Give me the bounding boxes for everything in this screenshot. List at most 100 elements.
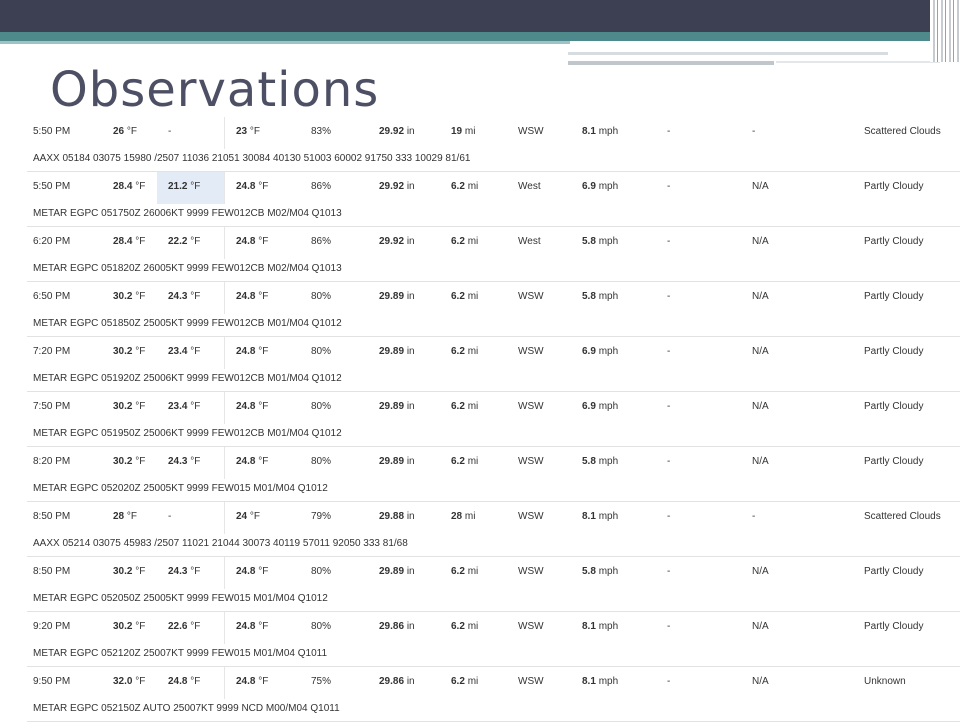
pressure-cell: 29.92 in [379, 117, 415, 149]
wind-speed-unit: mph [598, 456, 619, 467]
pressure-value: 29.86 [379, 676, 405, 687]
temperature-unit: °F [135, 236, 146, 247]
visibility-cell: 6.2 mi [451, 337, 478, 369]
observation-row[interactable]: 5:50 PM 26 °F - 23 °F 83% 29.92 in 19 mi WSW 8.1… [27, 117, 960, 172]
temperature-value: 30.2 [113, 401, 133, 412]
visibility-unit: mi [467, 401, 479, 412]
temperature-cell: 28.4 °F [113, 172, 145, 204]
visibility-unit: mi [464, 511, 476, 522]
observation-row[interactable]: 6:20 PM 28.4 °F 22.2 °F 24.8 °F 86% 29.92 in 6… [27, 227, 960, 282]
pressure-unit: in [406, 456, 415, 467]
visibility-unit: mi [467, 236, 479, 247]
wind-speed-value: 8.1 [582, 511, 596, 522]
windchill-unit: °F [190, 236, 201, 247]
time-cell: 6:20 PM [33, 236, 71, 247]
observation-row[interactable]: 6:50 PM 30.2 °F 24.3 °F 24.8 °F 80% 29.89 in 6… [27, 282, 960, 337]
windchill-cell: - [157, 117, 225, 149]
dewpoint-value: 24.8 [236, 566, 256, 577]
metar-report: AAXX 05214 03075 45983 /2507 11021 21044… [33, 538, 408, 549]
dewpoint-value: 24.8 [236, 181, 256, 192]
slide-header-bar [0, 0, 930, 32]
observation-row[interactable]: 8:50 PM 28 °F - 24 °F 79% 29.88 in 28 mi WSW 8.1… [27, 502, 960, 557]
windchill-value: 24.8 [168, 676, 188, 687]
temperature-cell: 28 °F [113, 502, 137, 534]
humidity-cell: 80% [311, 346, 332, 357]
visibility-unit: mi [467, 291, 479, 302]
observation-row[interactable]: 8:50 PM 30.2 °F 24.3 °F 24.8 °F 80% 29.89 in 6… [27, 557, 960, 612]
precipitation-cell: N/A [752, 236, 769, 247]
wind-speed-cell: 6.9 mph [582, 337, 618, 369]
humidity-cell: 80% [311, 456, 332, 467]
dewpoint-unit: °F [258, 401, 269, 412]
precipitation-cell: N/A [752, 346, 769, 357]
conditions-cell: Partly Cloudy [864, 291, 924, 302]
pressure-cell: 29.89 in [379, 392, 415, 424]
gust-cell: - [667, 456, 671, 467]
windchill-value: 24.3 [168, 291, 188, 302]
visibility-value: 6.2 [451, 566, 465, 577]
observation-values: 7:20 PM 30.2 °F 23.4 °F 24.8 °F 80% 29.89 in 6… [27, 337, 960, 369]
conditions-cell: Unknown [864, 676, 906, 687]
temperature-unit: °F [126, 126, 138, 137]
wind-direction-cell: WSW [518, 456, 544, 467]
precipitation-cell: - [752, 126, 756, 137]
humidity-cell: 86% [311, 181, 332, 192]
visibility-unit: mi [467, 181, 479, 192]
observation-values: 8:50 PM 28 °F - 24 °F 79% 29.88 in 28 mi WSW 8.1… [27, 502, 960, 534]
dewpoint-unit: °F [258, 456, 269, 467]
wind-speed-cell: 8.1 mph [582, 612, 618, 644]
temperature-value: 28.4 [113, 236, 133, 247]
wind-speed-value: 8.1 [582, 621, 596, 632]
precipitation-cell: N/A [752, 456, 769, 467]
pressure-cell: 29.92 in [379, 227, 415, 259]
pressure-value: 29.86 [379, 621, 405, 632]
pressure-value: 29.92 [379, 236, 405, 247]
wind-speed-value: 8.1 [582, 126, 596, 137]
temperature-unit: °F [135, 181, 146, 192]
temperature-unit: °F [135, 346, 146, 357]
decorative-line [568, 52, 888, 55]
humidity-cell: 86% [311, 236, 332, 247]
wind-speed-cell: 5.8 mph [582, 227, 618, 259]
dewpoint-cell: 24.8 °F [236, 392, 268, 424]
wind-speed-value: 6.9 [582, 401, 596, 412]
observation-row[interactable]: 9:50 PM 32.0 °F 24.8 °F 24.8 °F 75% 29.86 in 6… [27, 667, 960, 722]
wind-direction-cell: WSW [518, 346, 544, 357]
temperature-unit: °F [135, 456, 146, 467]
wind-speed-value: 5.8 [582, 236, 596, 247]
wind-speed-cell: 6.9 mph [582, 172, 618, 204]
wind-direction-cell: WSW [518, 126, 544, 137]
observation-row[interactable]: 7:20 PM 30.2 °F 23.4 °F 24.8 °F 80% 29.89 in 6… [27, 337, 960, 392]
observation-row[interactable]: 9:20 PM 30.2 °F 22.6 °F 24.8 °F 80% 29.86 in 6… [27, 612, 960, 667]
humidity-cell: 79% [311, 511, 332, 522]
time-cell: 6:50 PM [33, 291, 71, 302]
conditions-cell: Partly Cloudy [864, 621, 924, 632]
visibility-cell: 19 mi [451, 117, 475, 149]
pressure-cell: 29.89 in [379, 557, 415, 589]
wind-direction-cell: WSW [518, 291, 544, 302]
observation-row[interactable]: 7:50 PM 30.2 °F 23.4 °F 24.8 °F 80% 29.89 in 6… [27, 392, 960, 447]
windchill-unit: °F [190, 621, 201, 632]
conditions-cell: Partly Cloudy [864, 346, 924, 357]
temperature-value: 30.2 [113, 346, 133, 357]
pressure-unit: in [406, 181, 415, 192]
observation-values: 8:50 PM 30.2 °F 24.3 °F 24.8 °F 80% 29.89 in 6… [27, 557, 960, 589]
observation-row[interactable]: 8:20 PM 30.2 °F 24.3 °F 24.8 °F 80% 29.89 in 6… [27, 447, 960, 502]
gust-cell: - [667, 291, 671, 302]
temperature-unit: °F [135, 291, 146, 302]
visibility-cell: 6.2 mi [451, 392, 478, 424]
wind-speed-unit: mph [598, 401, 619, 412]
pressure-unit: in [406, 126, 415, 137]
wind-direction-cell: WSW [518, 566, 544, 577]
humidity-cell: 80% [311, 291, 332, 302]
observation-values: 8:20 PM 30.2 °F 24.3 °F 24.8 °F 80% 29.89 in 6… [27, 447, 960, 479]
visibility-unit: mi [467, 566, 479, 577]
observation-row[interactable]: 5:50 PM 28.4 °F 21.2 °F 24.8 °F 86% 29.92 in 6… [27, 172, 960, 227]
visibility-value: 6.2 [451, 181, 465, 192]
conditions-cell: Partly Cloudy [864, 236, 924, 247]
temperature-cell: 30.2 °F [113, 557, 145, 589]
temperature-value: 28 [113, 511, 125, 522]
windchill-cell: 24.3 °F [157, 557, 225, 589]
precipitation-cell: N/A [752, 401, 769, 412]
dewpoint-cell: 24.8 °F [236, 172, 268, 204]
